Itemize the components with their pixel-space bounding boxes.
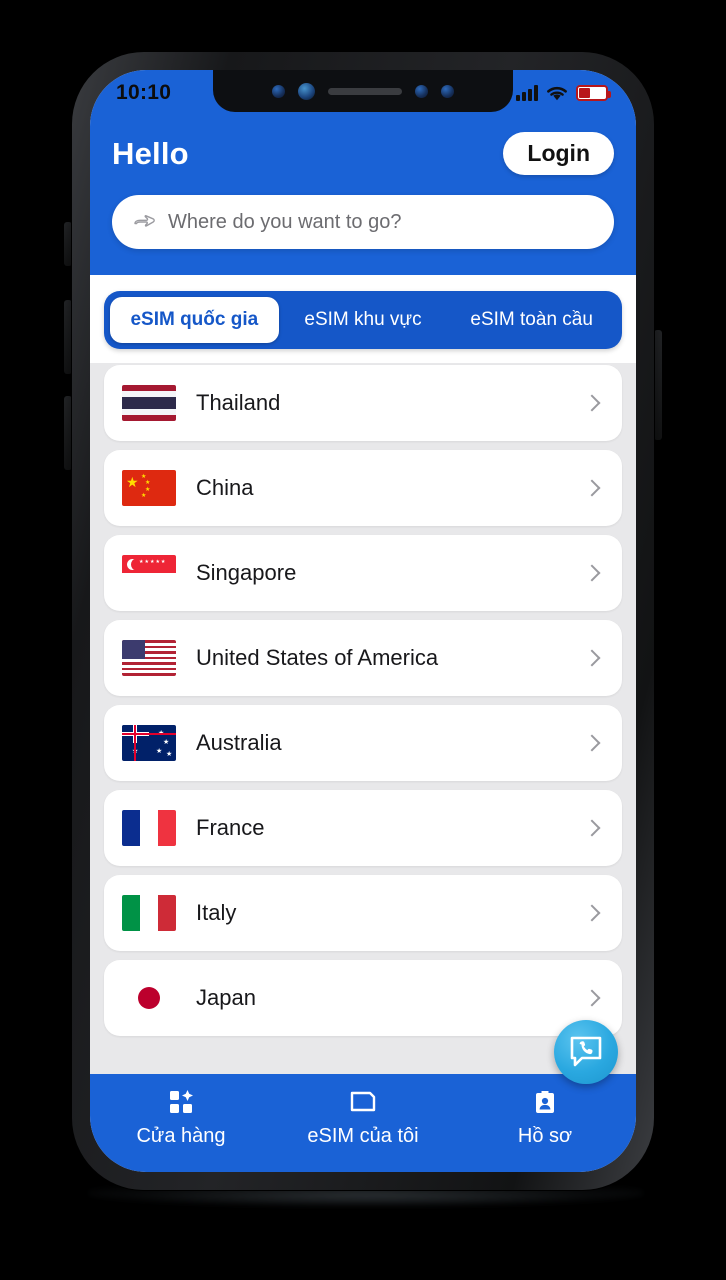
tabs-container: eSIM quốc gia eSIM khu vực eSIM toàn cầu xyxy=(90,275,636,363)
flag-japan-icon xyxy=(122,980,176,1016)
tab-esim-khu-vuc[interactable]: eSIM khu vực xyxy=(279,297,448,343)
chevron-right-icon xyxy=(583,904,601,922)
phone-notch xyxy=(213,70,513,112)
flag-italy-icon xyxy=(122,895,176,931)
flag-thailand-icon xyxy=(122,385,176,421)
nav-item-profile[interactable]: Hồ sơ xyxy=(454,1088,636,1148)
nav-label: eSIM của tôi xyxy=(307,1125,419,1147)
country-name: United States of America xyxy=(196,645,439,670)
proximity-sensor-icon xyxy=(272,84,285,98)
nav-label: Cửa hàng xyxy=(136,1125,226,1147)
status-indicators xyxy=(516,85,611,102)
country-name: Japan xyxy=(196,985,256,1010)
search-placeholder: Where do you want to go? xyxy=(168,210,402,233)
status-time: 10:10 xyxy=(116,81,172,104)
phone-frame: 10:10 Hello Login Where do you want to g… xyxy=(72,52,654,1190)
flag-australia-icon: ★ ★ ★ ★ ★ xyxy=(122,725,176,761)
country-name: Australia xyxy=(196,730,282,755)
wifi-icon xyxy=(547,86,567,100)
greeting-text: Hello xyxy=(112,135,189,171)
phone-volume-down-button[interactable] xyxy=(64,396,72,470)
phone-power-button[interactable] xyxy=(654,330,662,440)
front-camera-icon xyxy=(298,82,315,100)
chevron-right-icon xyxy=(583,394,601,412)
profile-badge-icon xyxy=(531,1088,559,1116)
chevron-right-icon xyxy=(583,479,601,497)
search-bar[interactable]: Where do you want to go? xyxy=(112,195,614,249)
chevron-right-icon xyxy=(583,564,601,582)
signal-bars-icon xyxy=(516,85,538,101)
list-item-singapore[interactable]: ★★★★★ Singapore xyxy=(104,535,622,611)
tab-esim-quoc-gia[interactable]: eSIM quốc gia xyxy=(110,297,279,343)
chevron-right-icon xyxy=(583,734,601,752)
bottom-navigation: Cửa hàng eSIM của tôi Hồ sơ xyxy=(90,1074,636,1172)
nav-item-store[interactable]: Cửa hàng xyxy=(90,1088,272,1148)
ir-sensor-icon xyxy=(441,84,454,98)
battery-icon xyxy=(576,85,611,101)
country-name: Thailand xyxy=(196,390,281,415)
chat-support-fab[interactable] xyxy=(554,1020,618,1084)
greeting-row: Hello Login xyxy=(112,132,614,175)
flag-france-icon xyxy=(122,810,176,846)
login-button[interactable]: Login xyxy=(503,132,614,175)
flag-singapore-icon: ★★★★★ xyxy=(122,555,176,591)
country-name: France xyxy=(196,815,265,840)
list-item-italy[interactable]: Italy xyxy=(104,875,622,951)
pointing-hand-icon xyxy=(134,215,155,227)
chat-support-icon xyxy=(570,1036,602,1067)
country-list[interactable]: Thailand ★ ★ ★ ★ ★ China ★★★★★ Singapore… xyxy=(90,363,636,1074)
phone-volume-up-button[interactable] xyxy=(64,300,72,374)
chevron-right-icon xyxy=(583,649,601,667)
phone-screen: 10:10 Hello Login Where do you want to g… xyxy=(90,70,636,1172)
esim-type-tabs: eSIM quốc gia eSIM khu vực eSIM toàn cầu xyxy=(104,291,622,349)
phone-mute-switch[interactable] xyxy=(64,222,72,266)
list-item-united-states-of-america[interactable]: United States of America xyxy=(104,620,622,696)
nav-label: Hồ sơ xyxy=(517,1125,573,1147)
flag-china-icon: ★ ★ ★ ★ ★ xyxy=(122,470,176,506)
chevron-right-icon xyxy=(583,819,601,837)
earpiece-speaker xyxy=(328,87,402,95)
country-name: Italy xyxy=(196,900,237,925)
flag-usa-icon xyxy=(122,640,176,676)
list-item-china[interactable]: ★ ★ ★ ★ ★ China xyxy=(104,450,622,526)
list-item-australia[interactable]: ★ ★ ★ ★ ★ Australia xyxy=(104,705,622,781)
list-item-japan[interactable]: Japan xyxy=(104,960,622,1036)
country-name: Singapore xyxy=(196,560,297,585)
tab-esim-toan-cau[interactable]: eSIM toàn cầu xyxy=(447,297,616,343)
chevron-right-icon xyxy=(583,989,601,1007)
ambient-light-sensor-icon xyxy=(415,84,428,98)
nav-item-my-esim[interactable]: eSIM của tôi xyxy=(272,1088,454,1148)
sim-card-icon xyxy=(348,1088,378,1116)
screenshot-stage: 10:10 Hello Login Where do you want to g… xyxy=(0,0,726,1280)
list-item-france[interactable]: France xyxy=(104,790,622,866)
grid-store-icon xyxy=(167,1088,195,1116)
list-item-thailand[interactable]: Thailand xyxy=(104,365,622,441)
country-name: China xyxy=(196,475,254,500)
